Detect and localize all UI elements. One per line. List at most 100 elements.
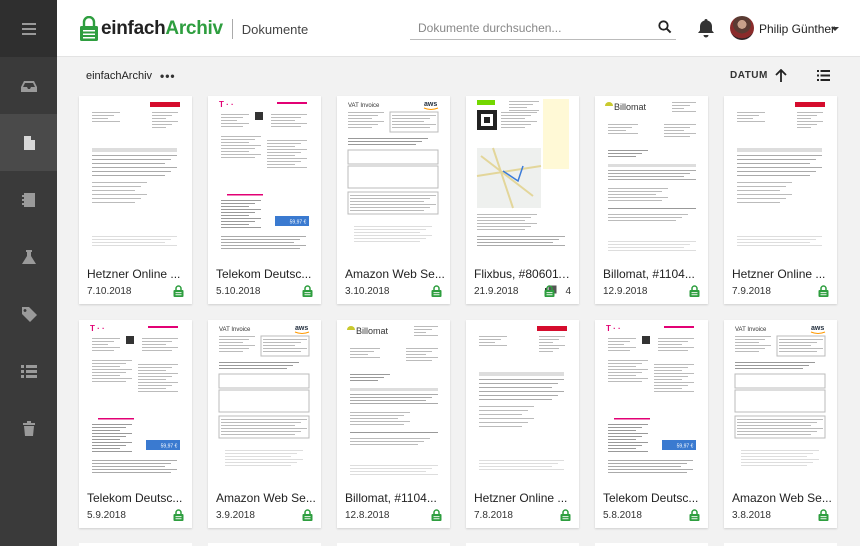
inbox-icon xyxy=(20,80,37,92)
svg-text:Billomat: Billomat xyxy=(614,102,647,112)
document-thumbnail[interactable]: VAT Invoice aws xyxy=(215,320,314,480)
archived-lock-icon xyxy=(818,285,829,297)
document-title: Flixbus, #806011... xyxy=(474,267,574,281)
svg-text:VAT Invoice: VAT Invoice xyxy=(735,327,767,333)
avatar[interactable] xyxy=(730,16,754,40)
list-icon xyxy=(20,364,37,378)
archived-lock-icon xyxy=(818,509,829,521)
toolbar: einfachArchiv ••• DATUM xyxy=(57,57,860,95)
document-title: Telekom Deutsc... xyxy=(87,491,183,505)
document-card[interactable]: Hetzner Online ... 7.9.2018 xyxy=(724,96,837,304)
notification-bell-icon[interactable] xyxy=(697,18,715,38)
svg-text:59,97 €: 59,97 € xyxy=(290,220,307,226)
sort-field-button[interactable]: DATUM xyxy=(730,70,768,81)
archived-lock-icon xyxy=(431,509,442,521)
lock-logo-icon xyxy=(80,16,98,41)
tag-icon xyxy=(21,306,37,322)
sidebar-item-lab[interactable] xyxy=(0,228,57,285)
archived-lock-icon xyxy=(173,509,184,521)
document-thumbnail[interactable]: VAT Invoice aws xyxy=(344,96,443,256)
document-title: Hetzner Online ... xyxy=(474,491,568,505)
document-date: 3.9.2018 xyxy=(216,510,255,521)
search-bar xyxy=(410,16,676,40)
document-thumbnail[interactable]: T · · 59,97 € xyxy=(215,96,314,256)
document-card[interactable]: T · · 59,97 € Telekom Deutsc... 5.9.2018 xyxy=(79,320,192,528)
svg-text:59,97 €: 59,97 € xyxy=(677,444,694,450)
archived-lock-icon xyxy=(544,285,555,297)
sidebar-item-notebook[interactable] xyxy=(0,171,57,228)
svg-text:T · ·: T · · xyxy=(606,324,621,333)
sidebar-item-inbox[interactable] xyxy=(0,57,57,114)
hamburger-icon xyxy=(21,22,36,35)
document-card[interactable]: T · · 59,97 € Telekom Deutsc... 5.10.2018 xyxy=(208,96,321,304)
sidebar xyxy=(0,0,57,546)
document-title: Hetzner Online ... xyxy=(87,267,181,281)
document-date: 7.10.2018 xyxy=(87,286,132,297)
sidebar-item-documents[interactable] xyxy=(0,114,57,171)
archived-lock-icon xyxy=(302,285,313,297)
document-card[interactable]: Hetzner Online ... 7.10.2018 xyxy=(79,96,192,304)
archived-lock-icon xyxy=(689,285,700,297)
document-title: Amazon Web Se... xyxy=(732,491,832,505)
list-view-icon[interactable] xyxy=(817,70,830,81)
chevron-down-icon[interactable] xyxy=(831,27,839,31)
document-thumbnail[interactable] xyxy=(731,96,830,256)
document-card[interactable]: Billomat Billomat, #1104... 12.9.2018 xyxy=(595,96,708,304)
svg-text:T · ·: T · · xyxy=(219,100,234,109)
document-card[interactable]: Hetzner Online ... 7.8.2018 xyxy=(466,320,579,528)
search-input[interactable] xyxy=(410,20,650,35)
brand-name-right: Archiv xyxy=(165,18,223,39)
svg-text:T · ·: T · · xyxy=(90,324,105,333)
document-date: 7.9.2018 xyxy=(732,286,771,297)
search-icon[interactable] xyxy=(658,20,672,34)
document-title: Amazon Web Se... xyxy=(345,267,445,281)
document-thumbnail[interactable]: T · · 59,97 € xyxy=(602,320,701,480)
document-thumbnail[interactable] xyxy=(473,96,572,256)
app-logo[interactable]: einfachArchiv Dokumente xyxy=(79,16,308,42)
archived-lock-icon xyxy=(560,509,571,521)
brand-name: einfachArchiv xyxy=(101,18,223,40)
sidebar-item-lists[interactable] xyxy=(0,342,57,399)
document-thumbnail[interactable]: Billomat xyxy=(602,96,701,256)
archived-lock-icon xyxy=(689,509,700,521)
document-card[interactable]: T · · 59,97 € Telekom Deutsc... 5.8.2018 xyxy=(595,320,708,528)
svg-text:59,97 €: 59,97 € xyxy=(161,444,178,450)
document-title: Billomat, #1104... xyxy=(603,267,695,281)
document-card[interactable]: VAT Invoice aws Amazon Web Se... 3.8.2018 xyxy=(724,320,837,528)
document-date: 7.8.2018 xyxy=(474,510,513,521)
document-thumbnail[interactable]: Billomat xyxy=(344,320,443,480)
document-thumbnail[interactable]: T · · 59,97 € xyxy=(86,320,185,480)
svg-text:aws: aws xyxy=(295,325,308,332)
document-card[interactable]: VAT Invoice aws Amazon Web Se... 3.10.2018 xyxy=(337,96,450,304)
sort-ascending-icon[interactable] xyxy=(775,69,787,82)
top-header: einfachArchiv Dokumente Philip Günther xyxy=(57,0,860,57)
document-thumbnail[interactable] xyxy=(86,96,185,256)
document-card[interactable]: VAT Invoice aws Amazon Web Se... 3.9.2018 xyxy=(208,320,321,528)
brand-name-left: einfach xyxy=(101,18,166,39)
svg-text:VAT Invoice: VAT Invoice xyxy=(219,327,251,333)
archived-lock-icon xyxy=(302,509,313,521)
menu-button[interactable] xyxy=(0,0,57,57)
document-card[interactable]: Billomat Billomat, #1104... 12.8.2018 xyxy=(337,320,450,528)
document-title: Amazon Web Se... xyxy=(216,491,316,505)
document-title: Hetzner Online ... xyxy=(732,267,826,281)
sidebar-item-trash[interactable] xyxy=(0,399,57,456)
svg-text:aws: aws xyxy=(811,325,824,332)
document-thumbnail[interactable] xyxy=(473,320,572,480)
breadcrumb[interactable]: einfachArchiv xyxy=(86,70,152,82)
sidebar-item-tags[interactable] xyxy=(0,285,57,342)
document-card[interactable]: Flixbus, #806011... 21.9.2018 4 xyxy=(466,96,579,304)
more-options-button[interactable]: ••• xyxy=(160,69,176,83)
user-name[interactable]: Philip Günther xyxy=(759,22,835,36)
document-thumbnail[interactable]: VAT Invoice aws xyxy=(731,320,830,480)
document-title: Billomat, #1104... xyxy=(345,491,437,505)
document-icon xyxy=(23,135,35,150)
archived-lock-icon xyxy=(173,285,184,297)
document-date: 12.9.2018 xyxy=(603,286,648,297)
svg-text:aws: aws xyxy=(424,101,437,108)
flask-icon xyxy=(21,249,36,264)
document-title: Telekom Deutsc... xyxy=(216,267,312,281)
document-date: 3.10.2018 xyxy=(345,286,390,297)
document-date: 21.9.2018 xyxy=(474,286,519,297)
svg-text:Billomat: Billomat xyxy=(356,326,389,336)
